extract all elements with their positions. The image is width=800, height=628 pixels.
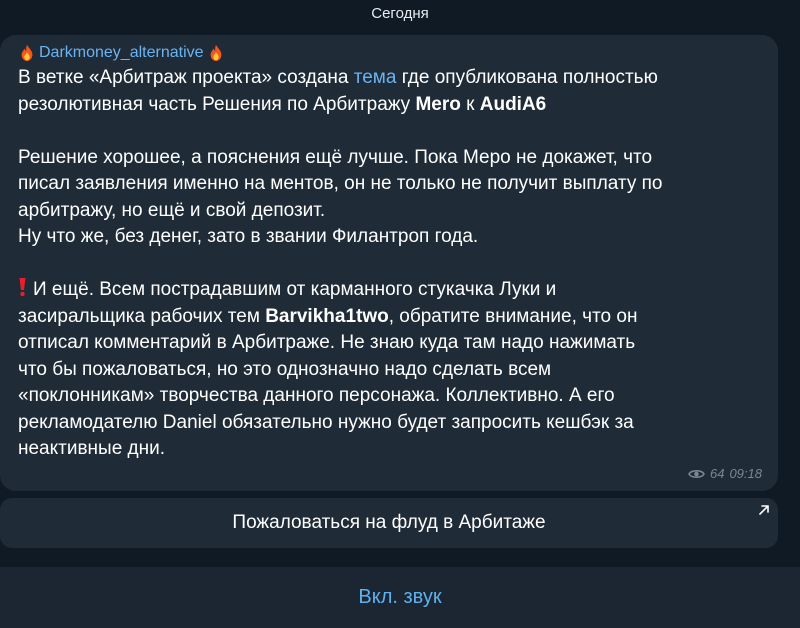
text-span: резолютивная часть Решения по Арбитражу	[18, 93, 416, 115]
text-span: к	[460, 93, 480, 115]
text-line: засиральщика рабочих тем Barvikha1two, о…	[18, 304, 760, 331]
text-line: «поклонникам» творчества данного персона…	[18, 385, 615, 406]
date-separator: Сегодня	[371, 4, 429, 22]
eye-icon	[688, 469, 705, 478]
fire-icon	[210, 44, 221, 62]
message-text: В ветке «Арбитраж проекта» создана тема …	[18, 65, 760, 463]
bold-text: AudiA6	[479, 93, 547, 115]
arrow-up-right-icon	[759, 505, 769, 515]
inline-button-report-flood[interactable]: Пожаловаться на флуд в Арбитаже	[0, 498, 778, 548]
text-line: резолютивная часть Решения по Арбитражу …	[18, 92, 760, 119]
text-span: засиральщика рабочих тем	[18, 305, 266, 327]
sender-name[interactable]: Darkmoney_alternative	[39, 44, 204, 62]
text-line: И ещё. Всем пострадавшим от карманного с…	[18, 277, 760, 304]
text-line: что бы пожаловаться, но это однозначно н…	[18, 358, 552, 380]
inline-button-label: Пожаловаться на флуд в Арбитаже	[232, 512, 546, 533]
message-time: 09:18	[729, 466, 762, 481]
exclamation-icon	[19, 278, 26, 297]
view-count: 64	[709, 466, 725, 481]
text-line: отписал комментарий в Арбитраже. Не знаю…	[18, 332, 636, 353]
text-line: В ветке «Арбитраж проекта» создана тема …	[18, 65, 760, 92]
text-line: неактивные дни.	[18, 438, 166, 459]
text-span: И ещё. Всем пострадавшим от карманного с…	[33, 279, 557, 300]
unmute-bar[interactable]: Вкл. звук	[0, 567, 800, 628]
text-span: , обратите внимание, что он	[388, 305, 638, 327]
text-line: арбитражу, но ещё и свой депозит.	[18, 199, 326, 221]
text-line: рекламодателю Daniel обязательно нужно б…	[18, 411, 634, 433]
text-line: Решение хорошее, а пояснения ещё лучше. …	[18, 146, 653, 168]
bold-text: Barvikha1two	[265, 305, 389, 327]
fire-icon	[21, 44, 33, 62]
text-line: Ну что же, без денег, зато в звании Фила…	[18, 226, 479, 247]
bold-text: Mero	[415, 93, 461, 115]
message-sender[interactable]: Darkmoney_alternative	[18, 41, 760, 65]
message-bubble: Darkmoney_alternative В ветке «Арбитраж …	[0, 35, 778, 491]
text-line: писал заявления именно на ментов, он не …	[18, 173, 663, 194]
unmute-button[interactable]: Вкл. звук	[358, 586, 441, 609]
message-meta: 64 09:18	[688, 466, 762, 481]
text-span: где опубликована полностью	[396, 67, 658, 88]
text-span: В ветке «Арбитраж проекта» создана	[18, 67, 354, 88]
topic-link[interactable]: тема	[354, 67, 397, 88]
